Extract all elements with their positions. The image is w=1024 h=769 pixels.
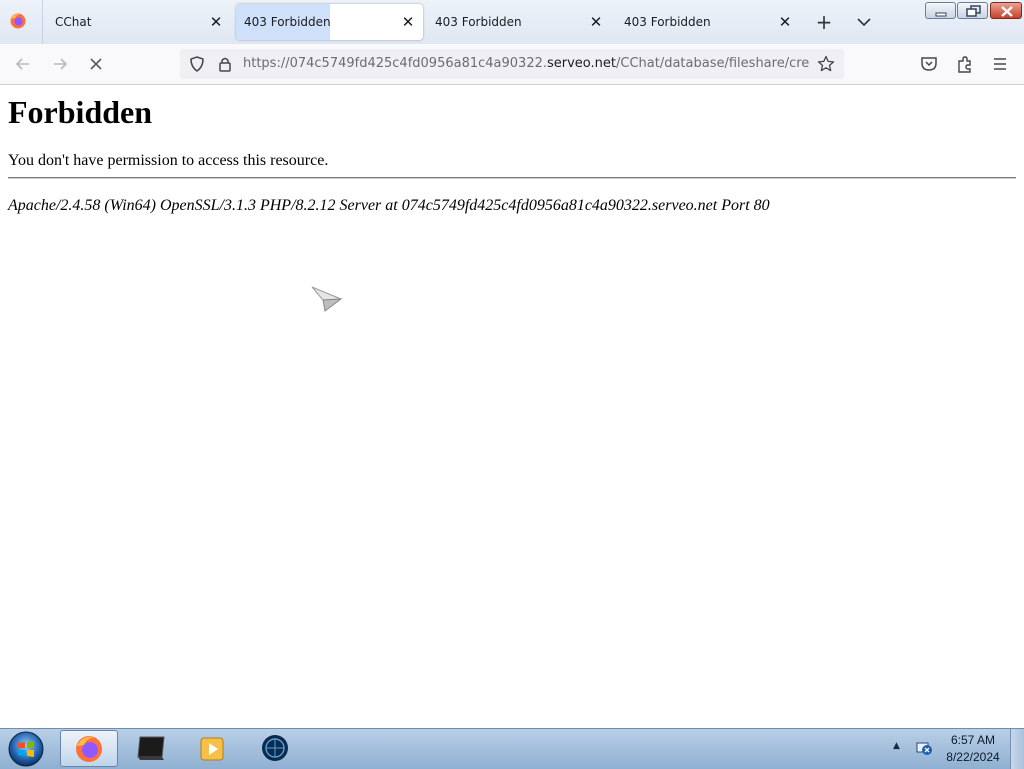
page-content: Forbidden You don't have permission to a…: [0, 85, 1024, 728]
error-message: You don't have permission to access this…: [8, 152, 329, 169]
list-all-tabs-chevron-icon[interactable]: [852, 10, 876, 34]
tracking-protection-shield-icon[interactable]: [188, 55, 206, 73]
network-status-icon[interactable]: [914, 738, 934, 758]
tab-403-forbidden-2[interactable]: 403 Forbidden ✕: [425, 4, 611, 40]
show-desktop-button[interactable]: [1010, 729, 1024, 769]
pocket-icon[interactable]: [919, 54, 939, 74]
tab-close-icon[interactable]: ✕: [207, 13, 225, 31]
close-window-button[interactable]: [990, 2, 1022, 19]
tab-title: 403 Forbidden: [624, 15, 711, 29]
tab-close-icon[interactable]: ✕: [399, 13, 417, 31]
tab-403-forbidden-active[interactable]: 403 Forbidden ✕: [236, 4, 423, 40]
tab-cchat[interactable]: CChat ✕: [45, 4, 231, 40]
taskbar: ▲ 6:57 AM 8/22/2024: [0, 728, 1024, 769]
paper-plane-cursor-icon: [311, 286, 343, 312]
url-domain: serveo.net: [547, 56, 616, 71]
tab-close-icon[interactable]: ✕: [587, 13, 605, 31]
tab-close-icon[interactable]: ✕: [776, 13, 794, 31]
restore-window-button[interactable]: [957, 2, 988, 19]
close-icon: [1001, 6, 1013, 17]
extensions-puzzle-icon[interactable]: [955, 54, 975, 74]
divider: [8, 177, 1016, 179]
tab-strip: CChat ✕ 403 Forbidden ✕ 403 Forbidden ✕ …: [0, 0, 1024, 44]
firefox-icon: [76, 736, 102, 762]
taskbar-firefox-button[interactable]: [60, 730, 118, 767]
media-player-icon: [200, 737, 224, 761]
new-tab-button[interactable]: +: [812, 10, 836, 34]
navigation-toolbar: https://074c5749fd425c4fd0956a81c4a90322…: [0, 44, 1024, 85]
tab-separator: [42, 0, 43, 44]
minimize-icon: [935, 12, 947, 17]
tab-title: 403 Forbidden: [435, 15, 522, 29]
page-heading: Forbidden: [8, 94, 153, 130]
clock-date: 8/22/2024: [946, 750, 1000, 764]
hamburger-menu-icon[interactable]: [990, 54, 1010, 74]
tab-403-forbidden-3[interactable]: 403 Forbidden ✕: [614, 4, 800, 40]
forward-arrow-icon[interactable]: [50, 54, 70, 74]
show-hidden-icons-arrow[interactable]: ▲: [893, 741, 900, 751]
minimize-window-button[interactable]: [925, 2, 956, 19]
server-signature: Apache/2.4.58 (Win64) OpenSSL/3.1.3 PHP/…: [8, 197, 770, 214]
firefox-menu-icon[interactable]: [9, 12, 27, 30]
windows-start-orb-icon[interactable]: [6, 731, 46, 767]
clock-time: 6:57 AM: [950, 733, 996, 747]
url-text[interactable]: https://074c5749fd425c4fd0956a81c4a90322…: [243, 56, 809, 71]
restore-icon: [966, 5, 981, 17]
stop-loading-icon[interactable]: [86, 54, 106, 74]
taskbar-globe-app-button[interactable]: [246, 730, 304, 767]
tab-title: CChat: [55, 15, 92, 29]
url-bar[interactable]: https://074c5749fd425c4fd0956a81c4a90322…: [180, 49, 844, 79]
taskbar-terminal-button[interactable]: [122, 730, 180, 767]
url-path: /CChat/database/fileshare/creeper/: [616, 56, 809, 71]
bookmark-star-icon[interactable]: [817, 55, 835, 73]
terminal-icon: [137, 736, 165, 760]
back-arrow-icon[interactable]: [13, 54, 33, 74]
tab-title: 403 Forbidden: [244, 15, 331, 29]
taskbar-media-player-button[interactable]: [184, 730, 242, 767]
url-prefix: https://074c5749fd425c4fd0956a81c4a90322…: [243, 56, 547, 71]
globe-app-icon: [262, 735, 288, 761]
system-clock[interactable]: 6:57 AM 8/22/2024: [938, 732, 1008, 766]
lock-icon[interactable]: [216, 55, 234, 73]
